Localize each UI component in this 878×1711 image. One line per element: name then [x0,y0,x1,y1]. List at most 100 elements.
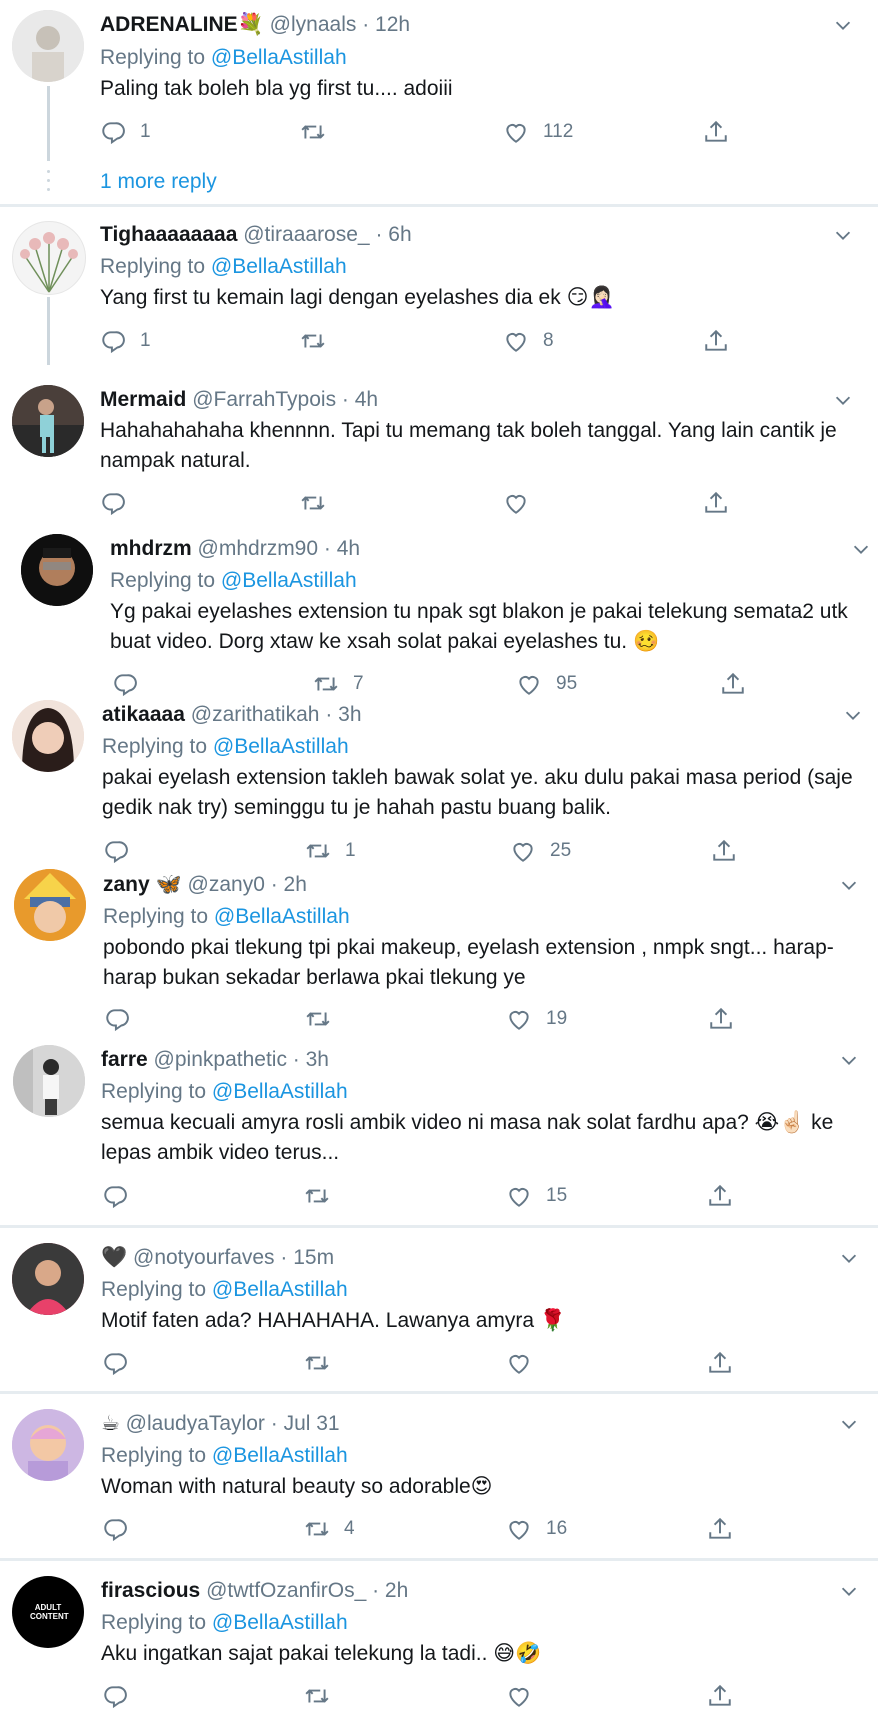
display-name[interactable]: farre [101,1048,148,1071]
mention-link[interactable]: @BellaAstillah [212,1444,348,1467]
handle[interactable]: @zany0 [188,873,265,896]
tweet[interactable]: farre @pinkpathetic · 3h Replying to @Be… [0,1045,878,1225]
timestamp[interactable]: 2h [284,873,307,896]
mention-link[interactable]: @BellaAstillah [212,1611,348,1634]
avatar[interactable] [12,221,86,295]
avatar[interactable] [21,534,93,606]
tweet[interactable]: zany 🦋 @zany0 · 2h Replying to @BellaAst… [0,868,878,1038]
reply-button[interactable] [100,488,140,518]
timestamp[interactable]: 3h [306,1048,329,1071]
share-button[interactable] [707,1514,733,1544]
reply-button[interactable] [112,669,152,699]
mention-link[interactable]: @BellaAstillah [211,255,347,278]
mention-link[interactable]: @BellaAstillah [211,46,347,69]
avatar[interactable] [12,700,84,772]
avatar[interactable] [14,869,86,941]
like-button[interactable]: 16 [506,1514,567,1544]
reply-button[interactable] [102,1681,142,1711]
share-button[interactable] [711,836,737,866]
tweet[interactable]: mhdrzm @mhdrzm90 · 4h Replying to @Bella… [0,530,878,695]
tweet[interactable]: Tighaaaaaaaa @tiraaarose_ · 6h Replying … [0,207,878,365]
avatar[interactable] [13,1045,85,1117]
avatar[interactable] [12,10,84,82]
reply-button[interactable] [102,1181,142,1211]
handle[interactable]: @lynaals [270,13,357,36]
timestamp[interactable]: 15m [293,1246,334,1269]
retweet-button[interactable] [305,1004,345,1034]
display-name[interactable]: 🖤 [101,1246,127,1269]
display-name[interactable]: ADRENALINE💐 [100,13,264,36]
handle[interactable]: @zarithatikah [191,703,320,726]
retweet-button[interactable]: 4 [304,1514,355,1544]
mention-link[interactable]: @BellaAstillah [221,569,357,592]
handle[interactable]: @FarrahTypois [192,388,336,411]
reply-button[interactable] [102,1348,142,1378]
reply-button[interactable]: 1 [100,326,151,356]
timestamp[interactable]: Jul 31 [284,1412,340,1435]
share-button[interactable] [703,488,729,518]
more-replies-link[interactable]: 1 more reply [100,170,217,194]
like-button[interactable]: 8 [503,326,554,356]
handle[interactable]: @laudyaTaylor [126,1412,265,1435]
timestamp[interactable]: 4h [337,537,360,560]
chevron-down-icon[interactable] [838,1413,860,1435]
share-button[interactable] [707,1681,733,1711]
mention-link[interactable]: @BellaAstillah [212,1278,348,1301]
mention-link[interactable]: @BellaAstillah [212,1080,348,1103]
like-button[interactable]: 19 [506,1004,567,1034]
avatar[interactable] [12,385,84,457]
timestamp[interactable]: 6h [388,223,411,246]
tweet[interactable]: Mermaid @FarrahTypois · 4h Hahahahahaha … [0,375,878,525]
handle[interactable]: @tiraaarose_ [243,223,369,246]
avatar[interactable] [12,1243,84,1315]
display-name[interactable]: ☕ [101,1412,120,1435]
display-name[interactable]: Tighaaaaaaaa [100,223,237,246]
retweet-button[interactable]: 7 [313,669,364,699]
chevron-down-icon[interactable] [838,1580,860,1602]
like-button[interactable]: 112 [503,117,573,147]
chevron-down-icon[interactable] [832,389,854,411]
handle[interactable]: @mhdrzm90 [198,537,319,560]
chevron-down-icon[interactable] [832,224,854,246]
like-button[interactable]: 25 [510,836,571,866]
chevron-down-icon[interactable] [832,14,854,36]
reply-button[interactable]: 1 [100,117,151,147]
retweet-button[interactable] [300,117,340,147]
avatar[interactable]: ADULT CONTENT [12,1576,84,1648]
chevron-down-icon[interactable] [838,1049,860,1071]
timestamp[interactable]: 12h [375,13,410,36]
share-button[interactable] [707,1348,733,1378]
retweet-button[interactable]: 1 [305,836,356,866]
retweet-button[interactable] [300,488,340,518]
share-button[interactable] [703,326,729,356]
timestamp[interactable]: 2h [385,1579,408,1602]
avatar[interactable] [12,1409,84,1481]
tweet[interactable]: 🖤 @notyourfaves · 15m Replying to @Bella… [0,1232,878,1392]
share-button[interactable] [720,669,746,699]
like-button[interactable] [503,488,543,518]
reply-button[interactable] [103,836,143,866]
chevron-down-icon[interactable] [838,1247,860,1269]
tweet[interactable]: ADULT CONTENT firascious @twtfOzanfirOs_… [0,1565,878,1698]
tweet[interactable]: ADRENALINE💐 @lynaals · 12h Replying to @… [0,0,878,205]
display-name[interactable]: mhdrzm [110,537,192,560]
chevron-down-icon[interactable] [838,874,860,896]
tweet[interactable]: atikaaaa @zarithatikah · 3h Replying to … [0,700,878,865]
retweet-button[interactable] [300,326,340,356]
handle[interactable]: @pinkpathetic [154,1048,287,1071]
display-name[interactable]: firascious [101,1579,200,1602]
like-button[interactable] [506,1348,546,1378]
mention-link[interactable]: @BellaAstillah [213,735,349,758]
reply-button[interactable] [104,1004,144,1034]
like-button[interactable]: 15 [506,1181,567,1211]
share-button[interactable] [703,117,729,147]
tweet[interactable]: ☕ @laudyaTaylor · Jul 31 Replying to @Be… [0,1398,878,1558]
display-name[interactable]: atikaaaa [102,703,185,726]
reply-button[interactable] [102,1514,142,1544]
chevron-down-icon[interactable] [842,704,864,726]
display-name[interactable]: zany 🦋 [103,873,182,896]
share-button[interactable] [707,1181,733,1211]
timestamp[interactable]: 3h [338,703,361,726]
retweet-button[interactable] [304,1181,344,1211]
like-button[interactable] [506,1681,546,1711]
